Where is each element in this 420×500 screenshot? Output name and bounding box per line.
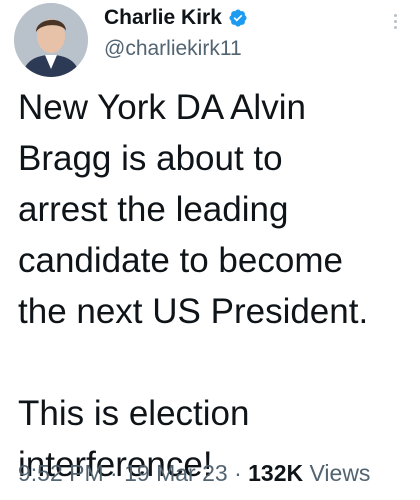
more-dot	[393, 26, 397, 29]
more-dot	[393, 20, 397, 23]
tweet-time[interactable]: 9:52 PM	[18, 460, 104, 486]
tweet-line: the next US President.	[18, 292, 369, 331]
tweet-line: This is election	[18, 394, 250, 433]
author-display-name[interactable]: Charlie Kirk	[104, 6, 222, 30]
avatar-image	[14, 3, 88, 77]
meta-separator: ·	[234, 460, 242, 486]
tweet-line: New York DA Alvin	[18, 88, 306, 127]
more-options-icon[interactable]	[392, 14, 398, 29]
tweet-text: New York DA Alvin Bragg is about to arre…	[18, 82, 410, 490]
tweet-line: arrest the leading	[18, 190, 289, 229]
tweet-date[interactable]: 19 Mar 23	[124, 460, 228, 486]
tweet-meta: 9:52 PM · 19 Mar 23 · 132K Views	[18, 460, 370, 487]
tweet-card: Charlie Kirk @charliekirk11 New York DA …	[0, 0, 420, 500]
views-label: Views	[309, 460, 371, 486]
verified-badge-icon	[229, 9, 247, 27]
more-dot	[393, 14, 397, 17]
tweet-line: Bragg is about to	[18, 139, 283, 178]
tweet-line: candidate to become	[18, 241, 343, 280]
views-count[interactable]: 132K	[248, 460, 303, 486]
meta-separator: ·	[110, 460, 118, 486]
avatar[interactable]	[14, 3, 88, 77]
author-handle[interactable]: @charliekirk11	[104, 37, 242, 61]
